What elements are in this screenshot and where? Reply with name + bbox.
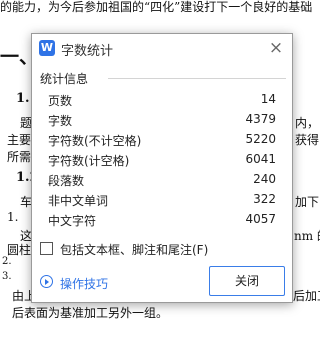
stat-value: 240 (253, 172, 276, 186)
stat-label: 段落数 (48, 174, 85, 188)
stat-row-words: 字数 4379 (48, 110, 276, 130)
doc-line: 后表面为基准加工另外一组。 (12, 306, 169, 320)
wps-writer-icon: W (39, 40, 55, 56)
doc-line: 3. (2, 271, 12, 282)
stat-value: 4057 (245, 212, 276, 226)
stat-row-chars-with-spaces: 字符数(计空格) 6041 (48, 150, 276, 170)
word-count-dialog: W 字数统计 × 统计信息 页数 14 字数 4379 字符数(不计空格) 52… (31, 33, 293, 303)
dialog-title: 字数统计 (61, 44, 114, 59)
stat-row-pages: 页数 14 (48, 90, 276, 110)
stat-label: 页数 (48, 94, 73, 108)
stats-section-label: 统计信息 (40, 72, 89, 86)
stat-row-chinese-chars: 中文字符 4057 (48, 210, 276, 230)
doc-line: 主要 (7, 133, 32, 147)
stat-value: 322 (253, 192, 276, 206)
stat-label: 非中文单词 (48, 194, 109, 208)
doc-line: 后加工 (293, 289, 320, 303)
play-circle-icon[interactable] (40, 275, 53, 288)
checkbox-label[interactable]: 包括文本框、脚注和尾注(F) (60, 241, 208, 258)
stat-value: 6041 (245, 152, 276, 166)
stat-value: 4379 (245, 112, 276, 126)
stat-label: 字符数(计空格) (48, 154, 130, 168)
stat-label: 字符数(不计空格) (48, 134, 142, 148)
doc-line: 1. (7, 210, 19, 224)
section-divider (108, 78, 286, 79)
doc-line: 加下 (295, 195, 320, 209)
stat-label: 中文字符 (48, 214, 97, 228)
close-button[interactable]: 关闭 (209, 266, 285, 296)
stat-row-paragraphs: 段落数 240 (48, 170, 276, 190)
stat-row-non-chinese-words: 非中文单词 322 (48, 190, 276, 210)
dialog-titlebar[interactable]: W 字数统计 × (32, 34, 292, 64)
stat-value: 14 (260, 92, 276, 106)
doc-line: 所需 (7, 150, 32, 164)
close-icon[interactable]: × (266, 38, 286, 58)
stat-row-chars-no-spaces: 字符数(不计空格) 5220 (48, 130, 276, 150)
checkbox-box[interactable] (40, 242, 53, 255)
doc-line: 内， (295, 116, 320, 130)
stats-list: 页数 14 字数 4379 字符数(不计空格) 5220 字符数(计空格) 60… (48, 90, 276, 230)
stat-value: 5220 (245, 132, 276, 146)
doc-line: nm 的 (294, 229, 320, 243)
stat-label: 字数 (48, 114, 73, 128)
doc-line: 的能力，为今后参加祖国的“四化”建设打下一个良好的基础 (0, 0, 313, 14)
doc-line: 2. (2, 256, 12, 267)
tips-label[interactable]: 操作技巧 (60, 275, 108, 292)
doc-line: 获得 (295, 133, 320, 147)
